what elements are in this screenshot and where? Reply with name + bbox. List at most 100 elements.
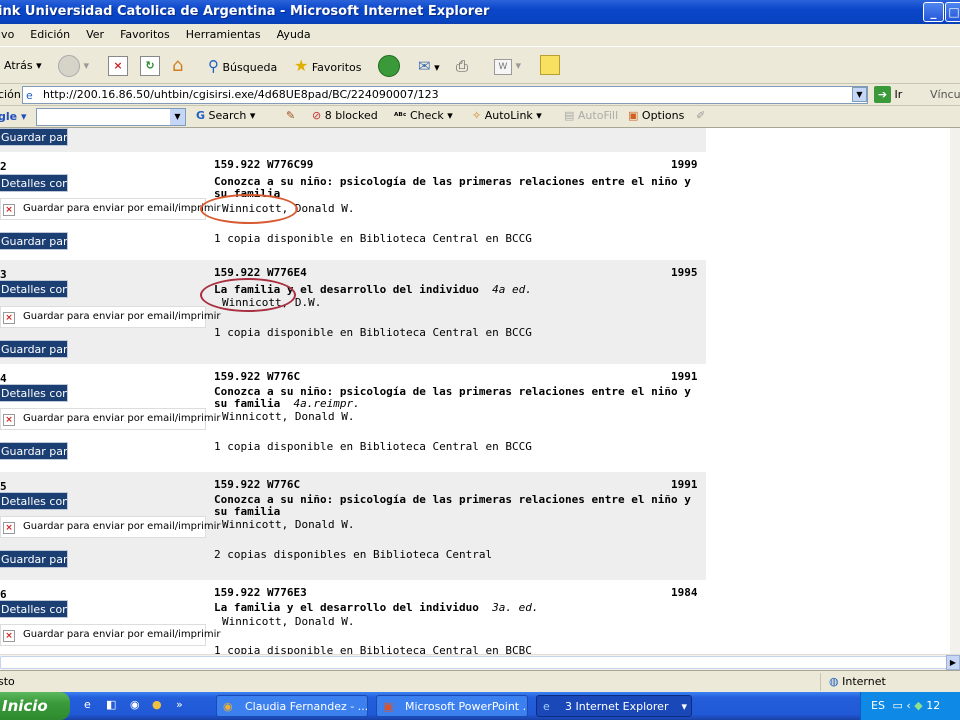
go-label: Ir <box>894 88 903 101</box>
vertical-scrollbar[interactable] <box>950 128 960 654</box>
save-email-checkbox[interactable]: × Guardar para enviar por email/imprimir <box>0 306 221 328</box>
history-button[interactable] <box>378 55 400 77</box>
record-availability: 1 copia disponible en Biblioteca Central… <box>214 232 532 245</box>
maximize-button[interactable]: □ <box>945 2 960 22</box>
start-button[interactable]: Inicio <box>0 692 70 720</box>
details-button[interactable]: Detalles con <box>0 600 68 618</box>
window-title: ink Universidad Catolica de Argentina - … <box>0 4 490 19</box>
clock[interactable]: 12 <box>926 699 940 712</box>
popup-blocker-button[interactable]: ⊘ 8 blocked <box>312 109 378 122</box>
details-button[interactable]: Detalles con <box>0 384 68 402</box>
google-search-input[interactable]: ▼ <box>36 108 186 126</box>
forward-button[interactable]: ▾ <box>58 55 89 77</box>
task-label: Claudia Fernandez - ... <box>245 700 368 713</box>
notes-button[interactable] <box>540 55 560 77</box>
google-logo[interactable]: gle ▾ <box>0 110 26 123</box>
details-button[interactable]: Detalles con <box>0 492 68 510</box>
record-item: 6 Detalles con × Guardar para enviar por … <box>0 580 706 654</box>
menu-view[interactable]: Ver <box>86 24 104 46</box>
google-search-button[interactable]: G Search ▾ <box>196 109 255 122</box>
menu-help[interactable]: Ayuda <box>277 24 311 46</box>
go-button[interactable]: ➔ Ir <box>874 86 902 103</box>
tray-arrow-icon[interactable]: ‹ <box>906 699 910 712</box>
record-item: 3 Detalles con × Guardar para enviar por … <box>0 260 706 364</box>
details-button[interactable]: Detalles con <box>0 174 68 192</box>
popup-blocked-icon: ⊘ <box>312 109 322 122</box>
save-email-checkbox[interactable]: × Guardar para enviar por email/imprimir <box>0 408 221 430</box>
print-icon: ⎙ <box>456 57 469 75</box>
record-item: 2 Detalles con × Guardar para enviar por … <box>0 152 706 260</box>
annotation-circle <box>200 278 296 312</box>
ie-quicklaunch-icon[interactable]: e <box>84 698 91 711</box>
record-author: Winnicott, Donald W. <box>222 615 355 628</box>
save-button[interactable]: Guardar par <box>0 128 68 146</box>
record-partial: Guardar par <box>0 128 706 152</box>
horizontal-scrollbar[interactable]: ▶ <box>0 654 960 670</box>
save-email-checkbox[interactable]: × Guardar para enviar por email/imprimir <box>0 516 221 538</box>
task-powerpoint[interactable]: ▣ Microsoft PowerPoint ... <box>376 695 528 717</box>
pencil-icon[interactable]: ✐ <box>696 109 705 122</box>
home-button[interactable]: ⌂ <box>172 55 183 77</box>
quicklaunch-more-icon[interactable]: » <box>176 698 183 711</box>
address-dropdown-icon[interactable]: ▼ <box>852 87 867 102</box>
mail-button[interactable]: ✉ ▾ <box>418 55 440 77</box>
save-button[interactable]: Guardar par <box>0 232 68 250</box>
record-title[interactable]: Conozca a su niño: psicología de las pri… <box>214 176 704 200</box>
record-availability: 1 copia disponible en Biblioteca Central… <box>214 326 532 339</box>
details-button[interactable]: Detalles con <box>0 280 68 298</box>
language-indicator[interactable]: ES <box>871 699 885 712</box>
back-button[interactable]: Atrás ▾ <box>4 55 42 77</box>
record-number: 2 <box>0 160 7 173</box>
search-icon: ⚲ <box>208 57 219 75</box>
page-icon: e <box>26 89 33 102</box>
options-button[interactable]: ▣ Options <box>628 109 684 122</box>
task-internet-explorer[interactable]: e 3 Internet Explorer ▾ <box>536 695 692 717</box>
edit-button[interactable]: W ▾ <box>494 55 521 77</box>
stop-button[interactable]: × <box>108 55 128 77</box>
back-label: Atrás <box>4 59 33 72</box>
record-title[interactable]: Conozca a su niño: psicología de las pri… <box>214 494 704 518</box>
menu-favorites[interactable]: Favoritos <box>120 24 170 46</box>
refresh-button[interactable]: ↻ <box>140 55 160 77</box>
record-title[interactable]: La familia y el desarrollo del individuo… <box>214 602 704 614</box>
record-year: 1995 <box>671 266 698 279</box>
menu-tools[interactable]: Herramientas <box>186 24 261 46</box>
history-icon <box>378 55 400 77</box>
checkbox-x-icon: × <box>3 414 15 426</box>
menu-edit[interactable]: Edición <box>30 24 70 46</box>
save-button[interactable]: Guardar par <box>0 340 68 358</box>
scroll-right-icon[interactable]: ▶ <box>946 655 960 670</box>
record-year: 1991 <box>671 478 698 491</box>
scroll-thumb[interactable] <box>0 656 948 669</box>
save-email-checkbox[interactable]: × Guardar para enviar por email/imprimir <box>0 624 221 646</box>
network-icon[interactable]: ◆ <box>914 699 922 712</box>
desktop-quicklaunch-icon[interactable]: ◧ <box>106 698 116 711</box>
links-label[interactable]: Víncul <box>930 88 960 101</box>
autolink-button[interactable]: ✧ AutoLink ▾ <box>472 109 542 122</box>
keyboard-icon[interactable]: ▭ <box>892 699 902 712</box>
record-availability: 1 copia disponible en Biblioteca Central… <box>214 440 532 453</box>
save-button[interactable]: Guardar par <box>0 442 68 460</box>
print-button[interactable]: ⎙ <box>456 55 468 77</box>
options-icon: ▣ <box>628 109 639 122</box>
spell-check-button[interactable]: ᴬᴮᶜ Check ▾ <box>394 109 453 122</box>
standard-toolbar: Atrás ▾ ▾ × ↻ ⌂ ⚲ Búsqueda ★ Favoritos ✉… <box>0 46 960 84</box>
task-email[interactable]: ◉ Claudia Fernandez - ... <box>216 695 368 717</box>
google-dropdown-icon[interactable]: ▼ <box>170 109 185 125</box>
call-number: 159.922 W776C <box>214 478 301 491</box>
blocked-label: 8 blocked <box>324 109 378 122</box>
save-button[interactable]: Guardar par <box>0 550 68 568</box>
minimize-button[interactable]: _ <box>923 2 944 22</box>
save-email-checkbox[interactable]: × Guardar para enviar por email/imprimir <box>0 198 221 220</box>
search-button[interactable]: ⚲ Búsqueda <box>208 55 277 77</box>
autofill-button[interactable]: ▤ AutoFill <box>564 109 618 122</box>
news-button[interactable]: ✎ <box>286 109 295 122</box>
record-availability: 2 copias disponibles en Biblioteca Centr… <box>214 548 493 561</box>
messenger-quicklaunch-icon[interactable]: ● <box>152 698 162 711</box>
record-title[interactable]: Conozca a su niño: psicología de las pri… <box>214 386 704 410</box>
media-quicklaunch-icon[interactable]: ◉ <box>130 698 140 711</box>
title-text: Conozca a su niño: psicología de las pri… <box>214 493 691 518</box>
favorites-button[interactable]: ★ Favoritos <box>294 55 362 77</box>
menu-file[interactable]: ivo <box>0 24 14 46</box>
address-input[interactable]: e http://200.16.86.50/uhtbin/cgisirsi.ex… <box>22 86 868 104</box>
